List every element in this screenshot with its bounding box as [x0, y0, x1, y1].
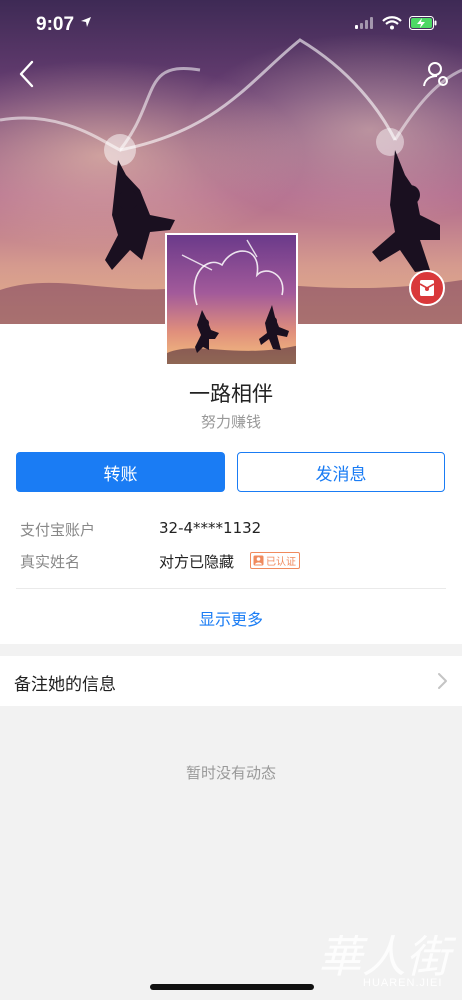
- realname-value: 对方已隐藏: [159, 553, 235, 571]
- red-envelope-icon[interactable]: [409, 270, 445, 306]
- realname-label: 真实姓名: [20, 553, 81, 571]
- account-label: 支付宝账户: [20, 521, 96, 539]
- verified-badge-label: 已认证: [266, 557, 296, 568]
- svg-text:華人街: 華人街: [318, 932, 457, 983]
- status-bar: 9:07: [0, 0, 462, 50]
- remark-row[interactable]: 备注她的信息: [0, 656, 462, 706]
- profile-name: 一路相伴: [189, 382, 273, 406]
- verified-person-icon: [253, 555, 264, 566]
- home-indicator: [150, 984, 314, 990]
- watermark-text: HUAREN.JIEI: [363, 977, 443, 989]
- user-settings-icon[interactable]: [422, 60, 450, 88]
- chevron-right-icon: [438, 673, 447, 689]
- avatar[interactable]: [165, 233, 298, 366]
- divider: [16, 588, 446, 589]
- back-icon[interactable]: [14, 58, 42, 90]
- verified-badge: 已认证: [250, 552, 300, 569]
- cellular-signal-icon: [355, 17, 373, 29]
- remark-label: 备注她的信息: [14, 675, 116, 695]
- send-message-button[interactable]: 发消息: [237, 452, 445, 492]
- avatar-image: [167, 239, 296, 364]
- account-value: 32-4****1132: [159, 519, 262, 537]
- wifi-icon: [382, 16, 402, 30]
- show-more-link[interactable]: 显示更多: [0, 606, 462, 630]
- empty-feed-text: 暂时没有动态: [185, 764, 276, 782]
- battery-charging-icon: [409, 16, 437, 30]
- status-time: 9:07: [36, 14, 75, 35]
- location-arrow-icon: [81, 17, 91, 27]
- profile-signature: 努力赚钱: [200, 413, 261, 431]
- transfer-button[interactable]: 转账: [16, 452, 225, 492]
